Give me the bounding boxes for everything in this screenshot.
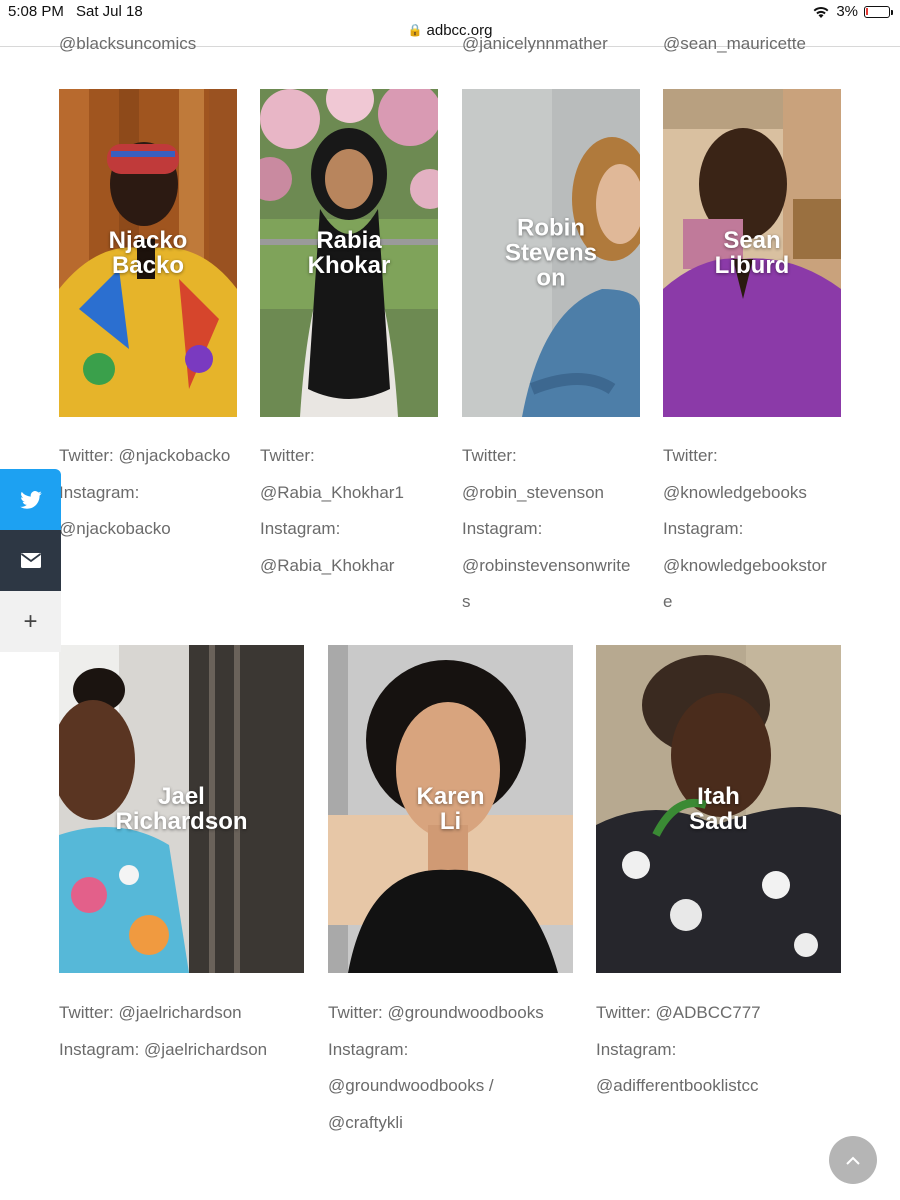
author-handles-robin-stevenson: Twitter: @robin_stevenson Instagram: @ro…	[462, 438, 647, 621]
author-name: Sean Liburd	[714, 227, 790, 279]
cut-handle-2[interactable]: @janicelynnmather	[462, 34, 608, 54]
handle-line[interactable]: @craftykli	[328, 1105, 578, 1142]
author-photo-rabia-khokar[interactable]: Rabia Khokar	[260, 89, 438, 417]
handle-line: Instagram:	[59, 482, 140, 502]
author-name: Njacko Backo	[108, 227, 188, 279]
handle-line[interactable]: @knowledgebookstor	[663, 548, 848, 585]
handle-line: Instagram:	[462, 519, 543, 538]
status-time: 5:08 PM	[8, 3, 64, 20]
author-name: Rabia Khokar	[307, 227, 391, 279]
author-name: Jael Richardson	[115, 783, 248, 835]
handle-line: Twitter:	[462, 446, 517, 465]
handle-line[interactable]: @knowledgebooks	[663, 475, 848, 512]
author-handles-njacko-backo: Twitter: @njackobacko Instagram: @njacko…	[59, 438, 244, 548]
author-name: Itah Sadu	[689, 783, 748, 835]
status-date: Sat Jul 18	[76, 3, 143, 20]
handle-line[interactable]: Twitter: @groundwoodbooks	[328, 995, 578, 1032]
author-photo-karen-li[interactable]: Karen Li	[328, 645, 573, 973]
author-photo-jael-richardson[interactable]: Jael Richardson	[59, 645, 304, 973]
share-twitter-button[interactable]	[0, 469, 61, 530]
handle-line: Instagram:	[260, 519, 341, 538]
battery-percent: 3%	[836, 3, 858, 20]
cut-handle-1[interactable]: @blacksuncomics	[59, 34, 196, 54]
handle-line[interactable]: Instagram: @jaelrichardson	[59, 1032, 309, 1069]
handle-line[interactable]: @njackobacko	[59, 511, 244, 548]
handle-line: Twitter:	[260, 446, 315, 465]
author-photo-njacko-backo[interactable]: Njacko Backo	[59, 89, 237, 417]
status-right: 3%	[812, 3, 893, 20]
author-handles-karen-li: Twitter: @groundwoodbooks Instagram: @gr…	[328, 995, 578, 1141]
handle-line: Instagram:	[663, 519, 744, 538]
handle-line[interactable]: Twitter: @njackobacko	[59, 438, 244, 475]
plus-icon: +	[23, 607, 38, 635]
handle-line[interactable]: @robinstevensonwrite	[462, 548, 647, 585]
handle-line: Instagram:	[328, 1039, 409, 1059]
twitter-icon	[19, 490, 42, 509]
author-photo-itah-sadu[interactable]: Itah Sadu	[596, 645, 841, 973]
lock-icon: 🔒	[407, 23, 423, 37]
author-handles-itah-sadu: Twitter: @ADBCC777 Instagram: @adifferen…	[596, 995, 846, 1105]
handle-line[interactable]: @robin_stevenson	[462, 475, 647, 512]
author-handles-rabia-khokar: Twitter: @Rabia_Khokhar1 Instagram: @Rab…	[260, 438, 445, 584]
author-handles-sean-liburd: Twitter: @knowledgebooks Instagram: @kno…	[663, 438, 848, 621]
handle-line: Twitter:	[663, 446, 718, 465]
author-handles-jael-richardson: Twitter: @jaelrichardson Instagram: @jae…	[59, 995, 309, 1068]
author-photo-sean-liburd[interactable]: Sean Liburd	[663, 89, 841, 417]
author-name: Robin Stevens on	[504, 214, 598, 292]
handle-line[interactable]: e	[663, 584, 848, 621]
handle-line[interactable]: Twitter: @jaelrichardson	[59, 995, 309, 1032]
author-photo-robin-stevenson[interactable]: Robin Stevens on	[462, 89, 640, 417]
cut-handle-3[interactable]: @sean_mauricette	[663, 34, 806, 54]
handle-line[interactable]: @groundwoodbooks /	[328, 1068, 578, 1105]
battery-icon	[864, 5, 893, 18]
chevron-up-icon	[846, 1156, 860, 1165]
handle-line[interactable]: s	[462, 584, 647, 621]
wifi-icon	[813, 6, 829, 18]
handle-line[interactable]: @Rabia_Khokhar1	[260, 475, 445, 512]
envelope-icon	[20, 553, 41, 568]
handle-line[interactable]: @adifferentbooklistcc	[596, 1068, 846, 1105]
author-name: Karen Li	[416, 783, 485, 835]
scroll-to-top-button[interactable]	[829, 1136, 877, 1184]
share-email-button[interactable]	[0, 530, 61, 591]
handle-line[interactable]: @Rabia_Khokhar	[260, 548, 445, 585]
handle-line: Instagram:	[596, 1039, 677, 1059]
share-more-button[interactable]: +	[0, 591, 61, 652]
handle-line[interactable]: Twitter: @ADBCC777	[596, 995, 846, 1032]
status-bar: 5:08 PM Sat Jul 18 3%	[0, 0, 900, 24]
